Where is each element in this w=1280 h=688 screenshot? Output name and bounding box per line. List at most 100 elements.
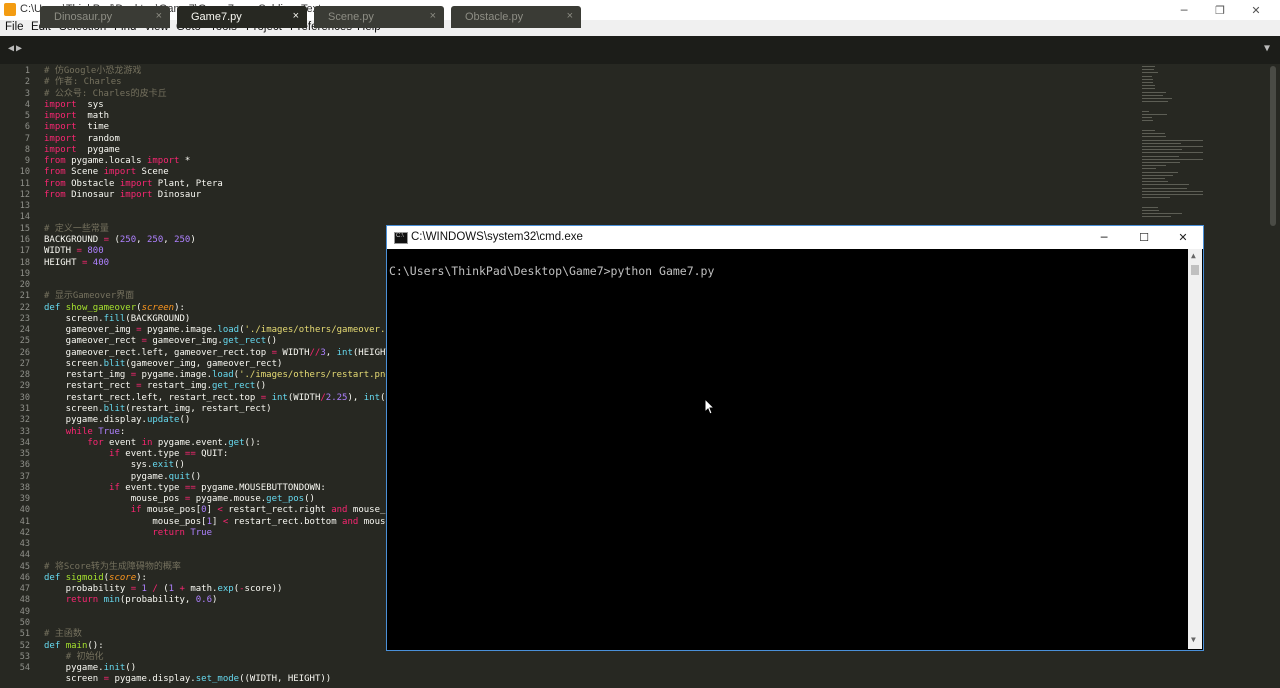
line-number: 16	[19, 234, 30, 245]
cmd-scroll-thumb[interactable]	[1191, 265, 1199, 275]
code-token: ((WIDTH, HEIGHT))	[239, 674, 332, 685]
minimap-line	[1142, 146, 1204, 147]
code-token: import	[119, 189, 153, 200]
cmd-close-button[interactable]: ✕	[1163, 226, 1203, 249]
minimap-line	[1142, 114, 1168, 115]
code-token: (	[109, 234, 120, 245]
code-line: probability = 1 / (1 + math.exp(-score))	[44, 584, 413, 595]
maximize-button[interactable]: ❐	[1202, 0, 1238, 20]
code-token: ()	[190, 471, 202, 482]
line-number: 52	[19, 640, 30, 651]
tab-label: Scene.py	[328, 11, 374, 23]
minimap-line	[1142, 101, 1169, 103]
code-line: restart_rect = restart_img.get_rect()	[44, 381, 413, 392]
sublime-logo-icon	[4, 3, 16, 16]
tab-close-icon[interactable]: ×	[567, 10, 573, 22]
code-token: min	[103, 595, 120, 606]
minimap-line	[1142, 158, 1204, 160]
tab-game7[interactable]: Game7.py ×	[177, 6, 307, 28]
tab-dinosaur[interactable]: Dinosaur.py ×	[40, 6, 170, 28]
tab-scene[interactable]: Scene.py ×	[314, 6, 444, 28]
code-line: screen.blit(gameover_img, gameover_rect)	[44, 359, 413, 370]
code-token: def	[44, 302, 61, 313]
minimap-line	[1142, 155, 1179, 157]
tab-close-icon[interactable]: ×	[430, 10, 436, 22]
tab-close-icon[interactable]: ×	[156, 10, 162, 22]
line-number: 3	[24, 88, 30, 99]
code-token: restart_rect	[44, 381, 137, 392]
line-number: 21	[19, 291, 30, 302]
code-token: mouse_pos[	[44, 516, 207, 527]
code-token: mouse_pos[	[141, 505, 202, 516]
line-number: 24	[19, 325, 30, 336]
code-token: 250	[119, 234, 137, 245]
line-number: 47	[19, 584, 30, 595]
code-token: from	[44, 189, 66, 200]
cmd-window[interactable]: C:\WINDOWS\system32\cmd.exe ─ ☐ ✕ C:\Use…	[386, 225, 1204, 651]
code-token: import	[119, 178, 153, 189]
code-token: pygame	[76, 144, 120, 155]
code-token: (restart_img, restart_rect)	[125, 403, 272, 414]
minimap-line	[1142, 149, 1182, 151]
minimap-line	[1142, 142, 1181, 144]
cmd-console[interactable]: C:\Users\ThinkPad\Desktop\Game7>python G…	[387, 249, 1187, 649]
code-token: )	[212, 595, 218, 606]
code-token: # 定义一些常量	[44, 223, 109, 234]
code-token: (WIDTH	[287, 392, 321, 403]
minimap-line	[1142, 94, 1163, 96]
code-line: restart_img = pygame.image.load('./image…	[44, 370, 413, 381]
code-token: return	[65, 595, 99, 606]
minimap-line	[1142, 190, 1204, 192]
code-token: while	[65, 426, 93, 437]
minimap-line	[1142, 75, 1152, 77]
code-line: if mouse_pos[0] < restart_rect.right and…	[44, 505, 413, 516]
code-token: 0.6	[195, 595, 213, 606]
minimap-line	[1142, 110, 1150, 112]
code-token: from	[44, 167, 66, 178]
code-token: def	[44, 572, 61, 583]
menu-file[interactable]: File	[5, 21, 24, 33]
code-token: restart_rect.bottom	[228, 516, 343, 527]
line-number: 12	[19, 189, 30, 200]
code-token: ,	[163, 234, 175, 245]
line-number: 13	[19, 201, 30, 212]
tab-label: Obstacle.py	[465, 11, 524, 23]
code-token: BACKGROUND	[44, 234, 104, 245]
code-editor[interactable]: # 仿Google小恐龙游戏 # 作者: Charles # 公众号: Charle…	[44, 66, 413, 686]
tab-dropdown-icon[interactable]: ▼	[1264, 43, 1270, 54]
code-token: pygame.locals	[65, 156, 147, 167]
editor-scrollbar[interactable]	[1270, 66, 1276, 226]
code-token: screen	[141, 302, 175, 313]
code-token: for	[87, 437, 104, 448]
scroll-down-icon[interactable]: ▼	[1191, 635, 1196, 644]
code-token: restart_rect.left, restart_rect.top	[44, 392, 261, 403]
tab-nav-arrows-icon[interactable]: ◀▶	[8, 43, 24, 54]
code-token: 800	[87, 246, 104, 257]
code-token: *	[179, 156, 191, 167]
cmd-maximize-button[interactable]: ☐	[1124, 226, 1164, 249]
line-number: 4	[24, 99, 30, 110]
minimap-line	[1142, 174, 1173, 176]
code-token: import	[44, 133, 77, 144]
code-token: from	[44, 156, 66, 167]
tab-close-icon[interactable]: ×	[293, 10, 299, 22]
code-token: main	[65, 640, 88, 651]
code-token: init	[103, 663, 126, 674]
line-number: 39	[19, 494, 30, 505]
cmd-minimize-button[interactable]: ─	[1084, 226, 1124, 249]
minimap-line	[1142, 78, 1153, 80]
tab-label: Game7.py	[191, 11, 242, 23]
code-token: math	[76, 111, 110, 122]
minimize-button[interactable]: ─	[1166, 0, 1202, 20]
tab-obstacle[interactable]: Obstacle.py ×	[451, 6, 581, 28]
scroll-up-icon[interactable]: ▲	[1191, 251, 1196, 260]
cmd-scrollbar[interactable]: ▲ ▼	[1188, 249, 1202, 649]
code-line: mouse_pos = pygame.mouse.get_pos()	[44, 494, 413, 505]
close-button[interactable]: ✕	[1238, 0, 1274, 20]
code-token: pygame.	[44, 471, 169, 482]
